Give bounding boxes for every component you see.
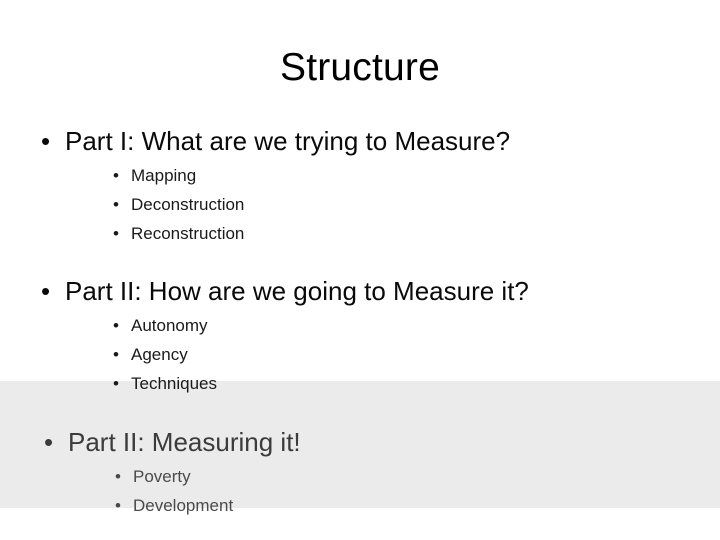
list-item-label: Poverty xyxy=(133,467,191,486)
section-heading-3: • Part II: Measuring it! xyxy=(0,423,720,461)
list-item: • Reconstruction xyxy=(0,219,720,248)
bullet-icon: • xyxy=(113,345,119,364)
list-item-label: Mapping xyxy=(131,166,197,185)
section-heading-1-label: Part I: What are we trying to Measure? xyxy=(65,126,511,156)
list-item: • Techniques xyxy=(0,369,720,398)
section-part-1: • Part I: What are we trying to Measure?… xyxy=(0,122,720,248)
bullet-icon: • xyxy=(113,224,119,243)
section-part-2: • Part II: How are we going to Measure i… xyxy=(0,272,720,398)
slide-body: • Part I: What are we trying to Measure?… xyxy=(0,122,720,520)
list-item-label: Reconstruction xyxy=(131,224,245,243)
slide: Structure • Part I: What are we trying t… xyxy=(0,0,720,540)
bullet-icon: • xyxy=(115,496,121,515)
section-heading-2: • Part II: How are we going to Measure i… xyxy=(0,272,720,310)
bullet-icon: • xyxy=(44,427,54,457)
sublist-1: • Mapping • Deconstruction • Reconstruct… xyxy=(0,161,720,248)
list-item-label: Techniques xyxy=(131,374,218,393)
list-item: • Poverty xyxy=(0,462,720,491)
section-heading-3-label: Part II: Measuring it! xyxy=(68,427,301,457)
list-item-label: Deconstruction xyxy=(131,195,245,214)
bullet-icon: • xyxy=(113,166,119,185)
bullet-icon: • xyxy=(113,316,119,335)
list-item: • Autonomy xyxy=(0,311,720,340)
list-item: • Mapping xyxy=(0,161,720,190)
sublist-3: • Poverty • Development xyxy=(0,462,720,520)
bullet-icon: • xyxy=(113,374,119,393)
page-title: Structure xyxy=(279,46,441,89)
sublist-2: • Autonomy • Agency • Techniques xyxy=(0,311,720,398)
list-item-label: Agency xyxy=(131,345,188,364)
section-part-3: • Part II: Measuring it! • Poverty • Dev… xyxy=(0,423,720,520)
bullet-icon: • xyxy=(41,276,51,306)
list-item-label: Autonomy xyxy=(131,316,208,335)
bullet-icon: • xyxy=(113,195,119,214)
list-item: • Deconstruction xyxy=(0,190,720,219)
list-item: • Development xyxy=(0,491,720,520)
section-heading-2-label: Part II: How are we going to Measure it? xyxy=(65,276,529,306)
bullet-icon: • xyxy=(115,467,121,486)
section-heading-1: • Part I: What are we trying to Measure? xyxy=(0,122,720,160)
bullet-icon: • xyxy=(41,126,51,156)
list-item-label: Development xyxy=(133,496,234,515)
list-item: • Agency xyxy=(0,340,720,369)
